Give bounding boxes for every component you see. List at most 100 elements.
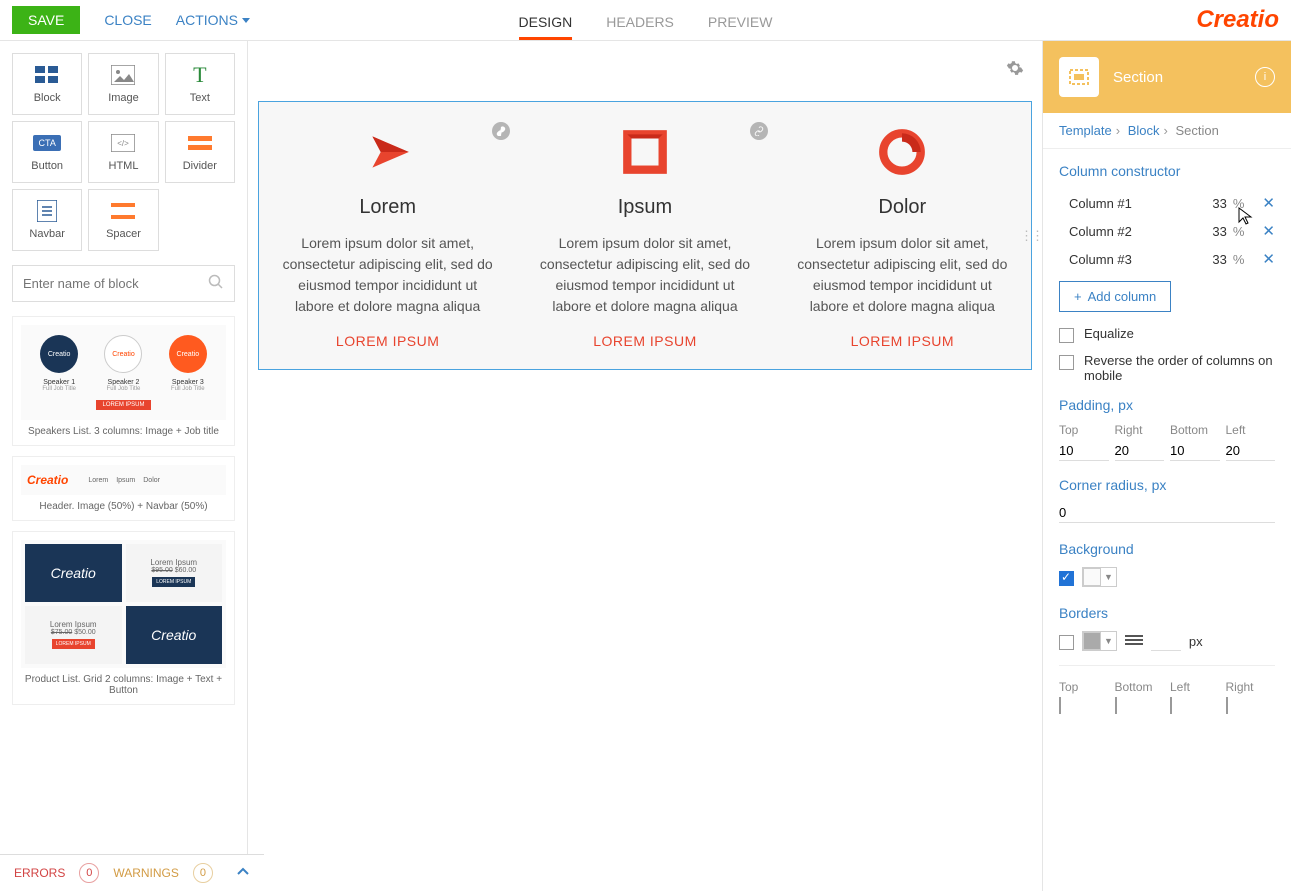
add-column-button[interactable]: +Add column [1059, 281, 1171, 312]
preset-caption: Header. Image (50%) + Navbar (50%) [39, 501, 207, 512]
col-title: Lorem [277, 196, 498, 219]
element-html[interactable]: </>HTML [88, 121, 158, 183]
col-title: Ipsum [534, 196, 755, 219]
section-icon [1059, 57, 1099, 97]
tab-headers[interactable]: HEADERS [606, 14, 674, 40]
expand-icon[interactable] [236, 866, 250, 880]
border-width-input[interactable] [1151, 631, 1181, 651]
equalize-checkbox[interactable] [1059, 328, 1074, 343]
preset-caption: Product List. Grid 2 columns: Image + Te… [25, 674, 222, 696]
preset-speakers[interactable]: CreatioCreatioCreatio Speaker 1Speaker 2… [12, 316, 235, 446]
element-divider[interactable]: Divider [165, 121, 235, 183]
element-navbar[interactable]: Navbar [12, 189, 82, 251]
image-icon [109, 64, 137, 86]
border-checkbox[interactable] [1059, 635, 1074, 650]
footer-bar: ERRORS 0 WARNINGS 0 [0, 854, 264, 891]
border-style-icon[interactable] [1125, 634, 1143, 649]
left-panel: Block Image TText CTAButton </>HTML Divi… [0, 41, 248, 891]
corner-radius-input[interactable] [1059, 503, 1275, 523]
panel-header: Section i [1043, 41, 1291, 113]
col-text: Lorem ipsum dolor sit amet, consectetur … [792, 233, 1013, 317]
circle-icon [792, 122, 1013, 182]
border-color-picker[interactable]: ▼ [1082, 631, 1117, 651]
column-constructor-label: Column constructor [1059, 163, 1275, 179]
remove-column-icon[interactable]: ✕ [1262, 250, 1275, 268]
column-3: Dolor Lorem ipsum dolor sit amet, consec… [774, 122, 1031, 349]
element-text[interactable]: TText [165, 53, 235, 115]
corner-label: Corner radius, px [1059, 477, 1275, 493]
link-icon[interactable] [750, 122, 768, 140]
element-spacer[interactable]: Spacer [88, 189, 158, 251]
section-selected[interactable]: ⋮⋮ Lorem Lorem ipsum dolor sit amet, con… [258, 101, 1032, 370]
padding-bottom-input[interactable] [1170, 441, 1220, 461]
gear-icon[interactable] [1006, 59, 1024, 80]
info-icon[interactable]: i [1255, 67, 1275, 87]
square-icon [534, 122, 755, 182]
column-row: Column #133%✕ [1059, 189, 1275, 217]
col-cta[interactable]: LOREM IPSUM [792, 333, 1013, 349]
actions-label: ACTIONS [176, 12, 238, 28]
close-button[interactable]: CLOSE [104, 12, 151, 28]
canvas: ⋮⋮ Lorem Lorem ipsum dolor sit amet, con… [248, 41, 1042, 891]
cta-icon: CTA [33, 132, 61, 154]
navbar-icon [33, 200, 61, 222]
tab-preview[interactable]: PREVIEW [708, 14, 773, 40]
save-button[interactable]: SAVE [12, 6, 80, 34]
background-color-picker[interactable]: ▼ [1082, 567, 1117, 587]
block-search[interactable] [12, 265, 235, 302]
element-image[interactable]: Image [88, 53, 158, 115]
html-icon: </> [109, 132, 137, 154]
remove-column-icon[interactable]: ✕ [1262, 222, 1275, 240]
background-checkbox[interactable] [1059, 571, 1074, 586]
padding-left-input[interactable] [1226, 441, 1276, 461]
element-block[interactable]: Block [12, 53, 82, 115]
breadcrumb-block[interactable]: Block [1128, 123, 1160, 138]
errors-count: 0 [79, 863, 99, 883]
block-icon [33, 64, 61, 86]
plus-icon: + [1074, 289, 1082, 304]
actions-dropdown[interactable]: ACTIONS [176, 12, 250, 28]
col-cta[interactable]: LOREM IPSUM [534, 333, 755, 349]
search-icon [208, 274, 224, 293]
border-left-checkbox[interactable] [1170, 697, 1172, 714]
svg-text:</>: </> [118, 139, 130, 148]
caret-down-icon [242, 18, 250, 23]
element-button[interactable]: CTAButton [12, 121, 82, 183]
spacer-icon [109, 200, 137, 222]
topbar: SAVE CLOSE ACTIONS DESIGN HEADERS PREVIE… [0, 0, 1291, 41]
preset-product[interactable]: Creatio Lorem Ipsum$95.00 $60.00LOREM IP… [12, 531, 235, 705]
properties-panel: Section i Template› Block› Section Colum… [1042, 41, 1291, 891]
padding-top-input[interactable] [1059, 441, 1109, 461]
preset-header[interactable]: Creatio LoremIpsumDolor Header. Image (5… [12, 456, 235, 521]
warnings-label[interactable]: WARNINGS [113, 866, 179, 880]
tab-design[interactable]: DESIGN [519, 14, 573, 40]
col-text: Lorem ipsum dolor sit amet, consectetur … [277, 233, 498, 317]
view-tabs: DESIGN HEADERS PREVIEW [519, 7, 773, 33]
col-text: Lorem ipsum dolor sit amet, consectetur … [534, 233, 755, 317]
errors-label[interactable]: ERRORS [14, 866, 65, 880]
search-input[interactable] [23, 276, 208, 291]
column-row: Column #233%✕ [1059, 217, 1275, 245]
border-right-checkbox[interactable] [1226, 697, 1228, 714]
col-title: Dolor [792, 196, 1013, 219]
column-2: Ipsum Lorem ipsum dolor sit amet, consec… [516, 122, 773, 349]
border-bottom-checkbox[interactable] [1115, 697, 1117, 714]
panel-title: Section [1113, 69, 1241, 86]
column-1: Lorem Lorem ipsum dolor sit amet, consec… [259, 122, 516, 349]
preset-caption: Speakers List. 3 columns: Image + Job ti… [28, 426, 219, 437]
border-top-checkbox[interactable] [1059, 697, 1061, 714]
column-row: Column #333%✕ [1059, 245, 1275, 273]
breadcrumb-template[interactable]: Template [1059, 123, 1112, 138]
triangle-icon [277, 122, 498, 182]
brand-logo: Creatio [1196, 6, 1279, 34]
breadcrumb-section: Section [1175, 123, 1218, 138]
divider-icon [186, 132, 214, 154]
link-icon[interactable] [492, 122, 510, 140]
breadcrumbs: Template› Block› Section [1043, 113, 1291, 149]
col-cta[interactable]: LOREM IPSUM [277, 333, 498, 349]
warnings-count: 0 [193, 863, 213, 883]
padding-right-input[interactable] [1115, 441, 1165, 461]
padding-label: Padding, px [1059, 397, 1275, 413]
remove-column-icon[interactable]: ✕ [1262, 194, 1275, 212]
reverse-checkbox[interactable] [1059, 355, 1074, 370]
